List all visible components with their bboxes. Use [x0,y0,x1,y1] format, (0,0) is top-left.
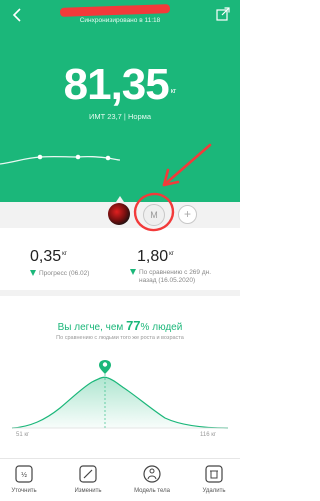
user-marker-icon [99,360,111,374]
axis-min-label: 51 кг [16,432,30,438]
down-triangle-icon [30,270,36,276]
body-model-label: Модель тела [134,488,170,494]
comparison-note-line2: назад (16.05.2020) [139,277,196,284]
refine-button[interactable]: ½ Уточнить [0,459,48,501]
profile-avatar[interactable] [108,203,130,225]
headline-prefix: Вы легче, чем [57,322,127,333]
progress-unit: кг [62,251,67,257]
redaction-mark [59,4,171,17]
axis-max-label: 116 кг [200,432,217,438]
body-model-button[interactable]: Модель тела [128,459,176,501]
stats-row: 0,35кг Прогресс (06.02) 1,80кг По сравне… [0,240,240,286]
trend-point [37,154,43,160]
percentile-headline: Вы легче, чем 77% людей [0,318,240,333]
add-profile-button[interactable]: + [178,205,197,224]
down-triangle-icon [130,269,136,275]
weight-readout: 81,35 кг [0,60,240,110]
trash-icon [205,465,223,483]
comparison-note-line1: По сравнению с 269 дн. [139,269,212,276]
scale-icon: ½ [15,465,33,483]
body-model-icon [143,465,161,483]
edit-button[interactable]: Изменить [64,459,112,501]
progress-note: Прогресс (06.02) [30,270,89,278]
bottom-toolbar: ½ Уточнить Изменить Модель тела Удалить [0,458,240,501]
progress-value: 0,35 [30,248,62,265]
weight-unit: кг [170,88,177,95]
weight-trend-line[interactable] [0,140,240,202]
comparison-note: По сравнению с 269 дн. назад (16.05.2020… [130,269,211,285]
bmi-status: ИМТ 23,7 | Норма [88,112,152,121]
headline-percent: 77 [126,318,141,333]
comparison-unit: кг [169,251,174,257]
edit-label: Изменить [74,488,102,494]
comparison-stat: 1,80кг [137,248,174,266]
weight-value: 81,35 [63,60,170,109]
svg-text:½: ½ [21,471,27,479]
section-divider [0,290,240,296]
comparison-value: 1,80 [137,248,169,265]
sync-status: Синхронизировано в 11:18 [79,17,161,24]
progress-note-text: Прогресс (06.02) [39,270,90,277]
trend-point [75,154,81,160]
delete-label: Удалить [202,488,226,494]
refine-label: Уточнить [11,488,37,494]
profile-m-button[interactable]: M [143,204,165,226]
delete-button[interactable]: Удалить [190,459,238,501]
weight-distribution-chart [11,360,229,429]
progress-stat: 0,35кг [30,248,67,266]
trend-point [105,155,111,161]
percentile-subtitle: По сравнению с людьми того же роста и во… [56,335,184,341]
headline-suffix: людей [149,322,183,333]
top-bar [0,0,240,30]
edit-icon [79,465,97,483]
